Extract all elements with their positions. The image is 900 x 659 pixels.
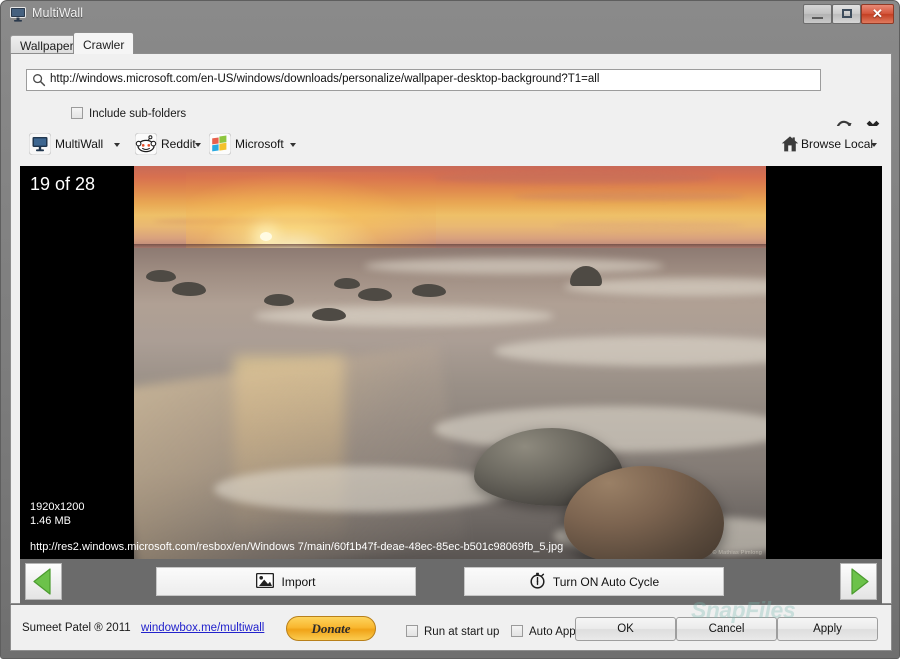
copyright-text: Sumeet Patel ® 2011	[22, 622, 131, 634]
url-value: http://windows.microsoft.com/en-US/windo…	[50, 73, 600, 85]
maximize-icon	[842, 9, 852, 18]
reddit-alien-icon	[134, 132, 158, 156]
home-icon	[781, 135, 799, 153]
cancel-button[interactable]: Cancel	[676, 617, 777, 641]
minimize-button[interactable]	[803, 4, 832, 24]
run-at-startup-checkbox[interactable]: Run at start up	[406, 624, 499, 638]
browse-local-label: Browse Local	[801, 137, 874, 151]
checkbox-box	[71, 107, 83, 119]
next-image-button[interactable]	[840, 563, 877, 600]
auto-cycle-label: Turn ON Auto Cycle	[552, 574, 660, 589]
tab-strip: Wallpaper Crawler	[10, 31, 892, 54]
rock	[146, 270, 176, 282]
tab-crawler[interactable]: Crawler	[73, 32, 135, 54]
photo-credit: © Mathias Pimlong	[712, 550, 762, 556]
monitor-icon	[10, 7, 26, 22]
cloud	[514, 192, 744, 201]
window-title: MultiWall	[32, 6, 84, 20]
title-bar: MultiWall ✕	[1, 1, 900, 28]
viewer-navigation-bar: Import Turn ON Auto Cycle	[20, 559, 882, 604]
import-label: Import	[281, 574, 316, 589]
source-label-reddit: Reddit	[161, 137, 196, 151]
rock	[172, 282, 206, 296]
checkbox-box	[406, 625, 418, 637]
source-button-microsoft[interactable]: Microsoft	[208, 131, 301, 158]
browse-local-button[interactable]: Browse Local	[781, 131, 881, 158]
auto-cycle-button[interactable]: Turn ON Auto Cycle	[464, 567, 724, 596]
image-resolution: 1920x1200	[30, 501, 85, 513]
windows-flag-icon	[208, 132, 232, 156]
run-at-startup-label: Run at start up	[424, 626, 500, 638]
image-filesize: 1.46 MB	[30, 515, 71, 527]
tab-crawler-label: Crawler	[83, 38, 125, 52]
previous-image-button[interactable]	[25, 563, 62, 600]
chevron-down-icon	[114, 143, 120, 147]
surf	[364, 258, 664, 274]
rock	[264, 294, 294, 306]
surf	[254, 306, 554, 326]
import-button[interactable]: Import	[156, 567, 416, 596]
application-window: MultiWall ✕ Wallpaper Crawler http://win…	[0, 0, 900, 659]
stopwatch-icon	[529, 572, 546, 592]
cloud	[434, 172, 714, 184]
monitor-icon	[28, 132, 52, 156]
source-button-reddit[interactable]: Reddit	[134, 131, 203, 158]
rock	[312, 308, 346, 321]
close-button[interactable]: ✕	[861, 4, 894, 24]
maximize-button[interactable]	[832, 4, 861, 24]
rock	[412, 284, 446, 297]
apply-button[interactable]: Apply	[777, 617, 878, 641]
source-label-multiwall: MultiWall	[55, 137, 104, 151]
tab-wallpaper-label: Wallpaper	[20, 39, 74, 53]
cloud	[554, 222, 744, 229]
include-subfolders-checkbox[interactable]: Include sub-folders	[71, 106, 186, 122]
ok-button[interactable]: OK	[575, 617, 676, 641]
rock	[358, 288, 392, 301]
arrow-right-icon	[851, 568, 869, 595]
magnifier-icon	[32, 73, 46, 87]
chevron-down-icon	[871, 143, 877, 147]
url-input[interactable]: http://windows.microsoft.com/en-US/windo…	[26, 69, 821, 91]
minimize-icon	[812, 17, 823, 19]
donate-button[interactable]: Donate	[286, 616, 376, 641]
auto-apply-checkbox[interactable]: Auto Apply	[511, 624, 584, 638]
url-row: http://windows.microsoft.com/en-US/windo…	[11, 54, 891, 96]
rock	[334, 278, 360, 289]
image-counter: 19 of 28	[30, 174, 96, 194]
source-button-multiwall[interactable]: MultiWall	[28, 131, 127, 158]
surf	[214, 466, 514, 512]
arrow-left-icon	[33, 568, 51, 595]
chevron-down-icon	[195, 143, 201, 147]
image-metadata: 1920x1200 1.46 MB	[30, 500, 84, 528]
image-import-icon	[256, 572, 275, 591]
source-toolbar: MultiWall Reddit Microsoft Browse Local	[11, 126, 891, 163]
wallpaper-preview-image: © Mathias Pimlong	[134, 166, 766, 559]
footer-bar: Sumeet Patel ® 2011 windowbox.me/multiwa…	[10, 605, 892, 651]
sun-disc	[260, 232, 272, 241]
website-link[interactable]: windowbox.me/multiwall	[141, 622, 264, 634]
image-source-url: http://res2.windows.microsoft.com/resbox…	[30, 541, 564, 553]
source-label-microsoft: Microsoft	[235, 137, 284, 151]
close-icon: ✕	[872, 6, 883, 21]
image-viewer[interactable]: © Mathias Pimlong 19 of 28 1920x1200 1.4…	[20, 166, 882, 559]
chevron-down-icon	[290, 143, 296, 147]
include-subfolders-label: Include sub-folders	[89, 108, 187, 120]
crawler-panel: http://windows.microsoft.com/en-US/windo…	[10, 53, 892, 604]
checkbox-box	[511, 625, 523, 637]
